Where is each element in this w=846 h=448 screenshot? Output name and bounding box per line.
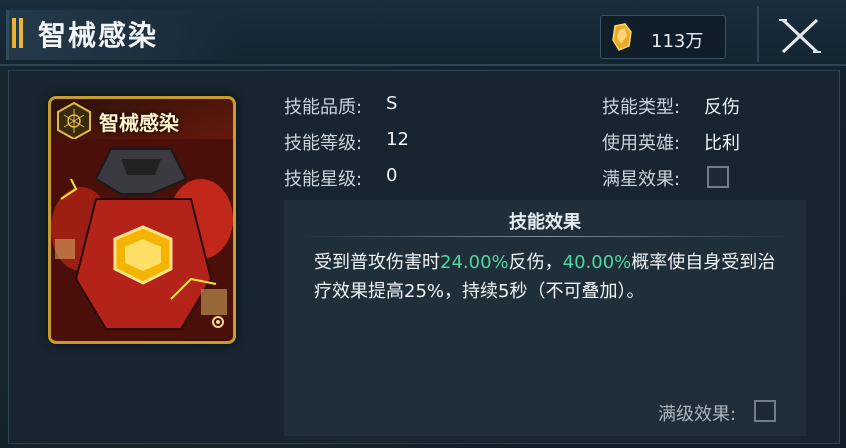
effect-text-part: 受到普攻伤害时 <box>314 252 440 273</box>
full-star-effect-label: 满星效果: <box>602 169 681 190</box>
skill-effect-description: 受到普攻伤害时24.00%反伤，40.00%概率使自身受到治疗效果提高25%，持… <box>314 248 784 306</box>
skill-quality-label: 技能品质: <box>284 97 363 118</box>
skill-star-value: 0 <box>386 165 398 186</box>
skill-level-label: 技能等级: <box>284 133 363 154</box>
hero-label: 使用英雄: <box>602 133 681 154</box>
skill-type-label: 技能类型: <box>602 97 681 118</box>
card-artwork <box>51 139 233 339</box>
effect-text-part: 反伤， <box>508 252 563 273</box>
skill-effect-box: 技能效果 受到普攻伤害时24.00%反伤，40.00%概率使自身受到治疗效果提高… <box>284 200 806 436</box>
effect-value-highlight: 40.00% <box>562 252 632 273</box>
hero-value: 比利 <box>704 133 740 154</box>
divider <box>300 236 790 237</box>
title-accent-stripe <box>19 18 23 48</box>
skill-card: 智械感染 <box>48 96 236 344</box>
close-icon <box>779 18 821 54</box>
gear-icon <box>212 316 224 328</box>
full-star-effect-checkbox[interactable] <box>707 166 729 188</box>
card-title: 智械感染 <box>99 111 179 135</box>
close-button[interactable] <box>757 6 841 62</box>
currency-value: 113万 <box>651 31 704 52</box>
gold-crystal-icon <box>612 23 632 51</box>
skill-star-label: 技能星级: <box>284 169 363 190</box>
skill-level-value: 12 <box>386 129 409 150</box>
max-level-effect-checkbox[interactable] <box>754 400 776 422</box>
effect-value-highlight: 24.00% <box>440 252 509 273</box>
skill-type-value: 反伤 <box>704 97 740 118</box>
header-bar: 智械感染 113万 <box>0 0 846 66</box>
hex-emblem-icon <box>57 101 91 141</box>
title-accent-stripe <box>12 18 16 48</box>
page-title: 智械感染 <box>38 19 159 52</box>
skill-quality-value: S <box>386 93 398 114</box>
skill-effect-title: 技能效果 <box>509 212 581 233</box>
currency-display[interactable]: 113万 <box>600 15 726 59</box>
max-level-effect-label: 满级效果: <box>658 404 737 425</box>
